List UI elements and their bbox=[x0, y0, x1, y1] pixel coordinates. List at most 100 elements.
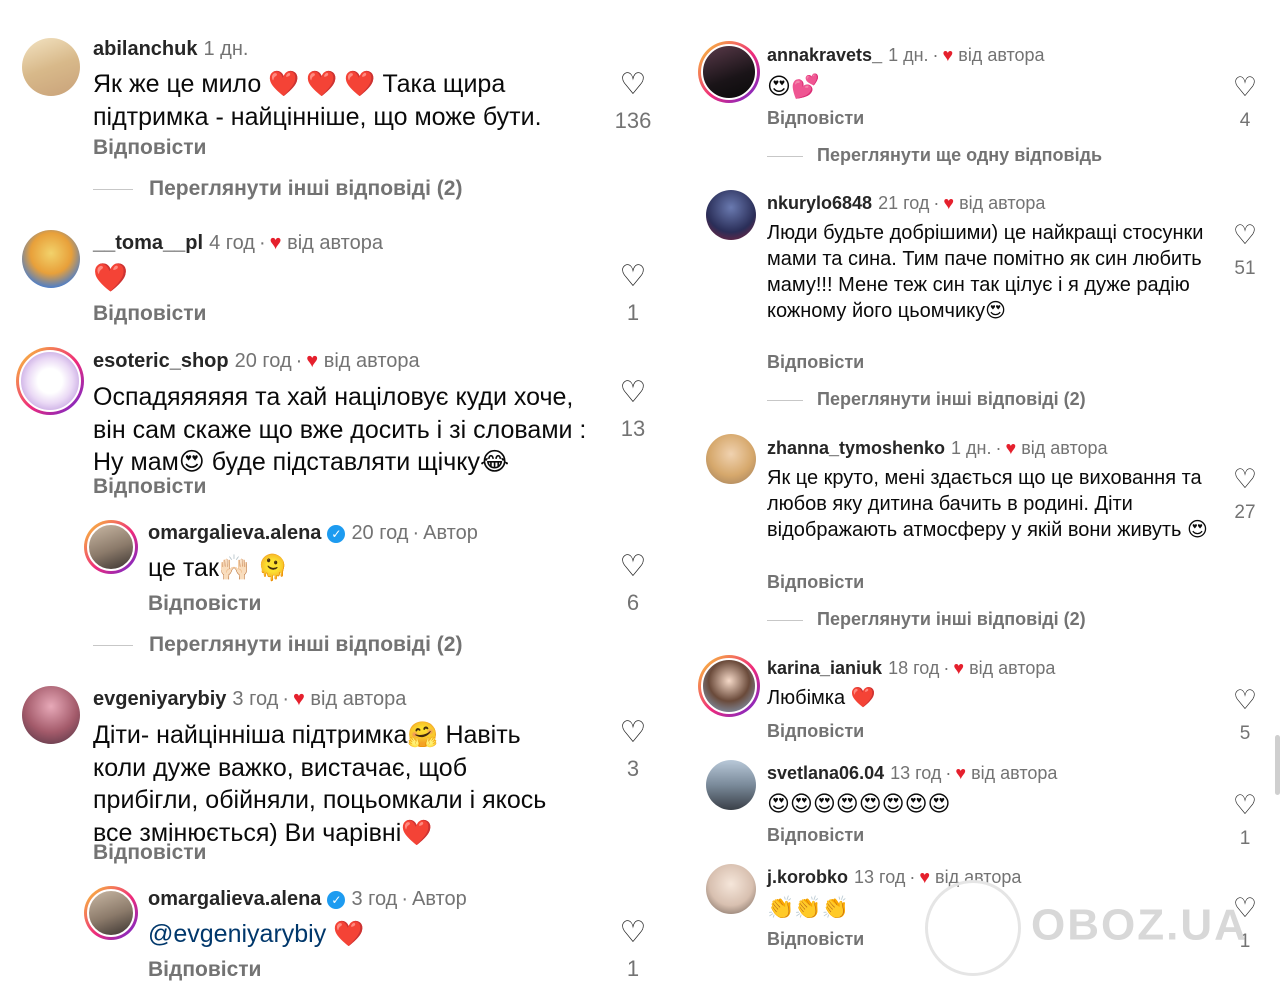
username[interactable]: esoteric_shop bbox=[93, 350, 229, 372]
like-count: 1 bbox=[626, 956, 640, 981]
watermark: OBOZ.UA bbox=[925, 880, 1248, 976]
username[interactable]: karina_ianiuk bbox=[767, 658, 882, 678]
timestamp: 21 год bbox=[878, 193, 930, 213]
username[interactable]: omargalieva.alena bbox=[148, 522, 321, 544]
like-button[interactable]: ♡ 6 bbox=[613, 552, 653, 616]
liked-by-author-badge: від автора bbox=[1021, 438, 1108, 458]
heart-filled-icon: ♥ bbox=[942, 45, 954, 65]
scrollbar[interactable] bbox=[1275, 735, 1280, 795]
heart-outline-icon[interactable]: ♡ bbox=[613, 70, 653, 100]
heart-outline-icon[interactable]: ♡ bbox=[613, 918, 653, 948]
comment-text: 👏👏👏 bbox=[767, 895, 850, 920]
reply-button[interactable]: Відповісти bbox=[767, 929, 864, 950]
like-button[interactable]: ♡ 51 bbox=[1225, 220, 1265, 280]
reply-button[interactable]: Відповісти bbox=[148, 958, 261, 982]
reply-button[interactable]: Відповісти bbox=[767, 825, 864, 846]
view-more-replies[interactable]: Переглянути ще одну відповідь bbox=[767, 145, 1102, 166]
reply-button[interactable]: Відповісти bbox=[767, 108, 864, 129]
comment-header: __toma__pl 4 год · ♥ від автора bbox=[93, 232, 383, 254]
reply-button[interactable]: Відповісти bbox=[767, 352, 864, 373]
view-more-replies[interactable]: Переглянути інші відповіді (2) bbox=[767, 389, 1086, 410]
like-button[interactable]: ♡ 1 bbox=[613, 918, 653, 982]
divider bbox=[767, 619, 803, 621]
avatar[interactable] bbox=[84, 520, 138, 574]
comment-text: це так🙌🏻 🫠 bbox=[148, 554, 289, 582]
heart-filled-icon: ♥ bbox=[943, 193, 955, 213]
heart-outline-icon[interactable]: ♡ bbox=[613, 552, 653, 582]
avatar[interactable] bbox=[706, 864, 756, 914]
reply-button[interactable]: Відповісти bbox=[767, 572, 864, 593]
reply-button[interactable]: Відповісти bbox=[93, 136, 206, 160]
avatar[interactable] bbox=[706, 434, 756, 484]
author-tag: Автор bbox=[412, 888, 467, 910]
comment-header: karina_ianiuk 18 год · ♥ від автора bbox=[767, 658, 1056, 678]
username[interactable]: nkurylo6848 bbox=[767, 193, 872, 213]
username[interactable]: annakravets_ bbox=[767, 45, 882, 65]
view-more-replies[interactable]: Переглянути інші відповіді (2) bbox=[767, 609, 1086, 630]
reply-button[interactable]: Відповісти bbox=[93, 841, 206, 865]
comment-header: zhanna_tymoshenko 1 дн. · ♥ від автора bbox=[767, 438, 1108, 458]
avatar[interactable] bbox=[22, 686, 80, 744]
divider bbox=[93, 188, 133, 190]
like-count: 4 bbox=[1239, 110, 1251, 131]
heart-outline-icon[interactable]: ♡ bbox=[613, 378, 653, 408]
timestamp: 4 год bbox=[209, 232, 255, 254]
heart-filled-icon: ♥ bbox=[269, 232, 282, 254]
comment-text: Діти- найцінніша підтримка🤗 Навіть коли … bbox=[93, 721, 547, 847]
reply-button[interactable]: Відповісти bbox=[93, 302, 206, 326]
avatar[interactable] bbox=[706, 760, 756, 810]
like-button[interactable]: ♡ 1 bbox=[613, 262, 653, 326]
heart-outline-icon[interactable]: ♡ bbox=[613, 718, 653, 748]
heart-outline-icon[interactable]: ♡ bbox=[1225, 220, 1265, 250]
like-count: 5 bbox=[1239, 723, 1251, 744]
username[interactable]: j.korobko bbox=[767, 867, 848, 887]
like-button[interactable]: ♡ 27 bbox=[1225, 464, 1265, 524]
username[interactable]: abilanchuk bbox=[93, 38, 197, 60]
timestamp: 1 дн. bbox=[203, 38, 249, 60]
heart-outline-icon[interactable]: ♡ bbox=[1225, 685, 1265, 715]
like-button[interactable]: ♡ 4 bbox=[1225, 72, 1265, 132]
comment-text: Люди будьте добрішими) це найкращі стосу… bbox=[767, 222, 1204, 322]
avatar[interactable] bbox=[698, 655, 760, 717]
reply-button[interactable]: Відповісти bbox=[148, 592, 261, 616]
like-button[interactable]: ♡ 13 bbox=[613, 378, 653, 442]
comment-header: annakravets_ 1 дн. · ♥ від автора bbox=[767, 45, 1045, 65]
avatar[interactable] bbox=[22, 230, 80, 288]
avatar[interactable] bbox=[84, 886, 138, 940]
like-button[interactable]: ♡ 3 bbox=[613, 718, 653, 782]
reply-button[interactable]: Відповісти bbox=[93, 475, 206, 499]
comment-header: abilanchuk 1 дн. bbox=[93, 38, 248, 61]
like-count: 1 bbox=[626, 300, 640, 325]
comment-text: @evgeniyarybiy ❤️ bbox=[148, 920, 365, 948]
timestamp: 20 год bbox=[234, 350, 292, 372]
username[interactable]: omargalieva.alena bbox=[148, 888, 321, 910]
username[interactable]: __toma__pl bbox=[93, 232, 203, 254]
comment-header: svetlana06.04 13 год · ♥ від автора bbox=[767, 763, 1058, 783]
like-button[interactable]: ♡ 5 bbox=[1225, 685, 1265, 745]
avatar[interactable] bbox=[706, 190, 756, 240]
heart-outline-icon[interactable]: ♡ bbox=[613, 262, 653, 292]
username[interactable]: evgeniyarybiy bbox=[93, 688, 226, 710]
comment-text: ❤️ bbox=[93, 262, 128, 293]
like-count: 27 bbox=[1234, 502, 1256, 523]
mention-link[interactable]: @evgeniyarybiy bbox=[148, 920, 326, 948]
heart-filled-icon: ♥ bbox=[292, 688, 305, 710]
heart-outline-icon[interactable]: ♡ bbox=[1225, 464, 1265, 494]
username[interactable]: svetlana06.04 bbox=[767, 763, 884, 783]
heart-outline-icon[interactable]: ♡ bbox=[1225, 72, 1265, 102]
reply-button[interactable]: Відповісти bbox=[767, 721, 864, 742]
like-button[interactable]: ♡ 1 bbox=[1225, 790, 1265, 850]
avatar[interactable] bbox=[698, 41, 760, 103]
like-button[interactable]: ♡ 136 bbox=[613, 70, 653, 134]
view-more-replies[interactable]: Переглянути інші відповіді (2) bbox=[93, 177, 462, 201]
avatar[interactable] bbox=[16, 347, 84, 415]
like-count: 6 bbox=[626, 590, 640, 615]
divider bbox=[767, 155, 803, 157]
timestamp: 13 год bbox=[854, 867, 906, 887]
username[interactable]: zhanna_tymoshenko bbox=[767, 438, 945, 458]
view-more-replies[interactable]: Переглянути інші відповіді (2) bbox=[93, 633, 462, 657]
heart-outline-icon[interactable]: ♡ bbox=[1225, 790, 1265, 820]
heart-filled-icon: ♥ bbox=[955, 763, 967, 783]
avatar[interactable] bbox=[22, 38, 80, 96]
like-count: 13 bbox=[620, 416, 646, 441]
